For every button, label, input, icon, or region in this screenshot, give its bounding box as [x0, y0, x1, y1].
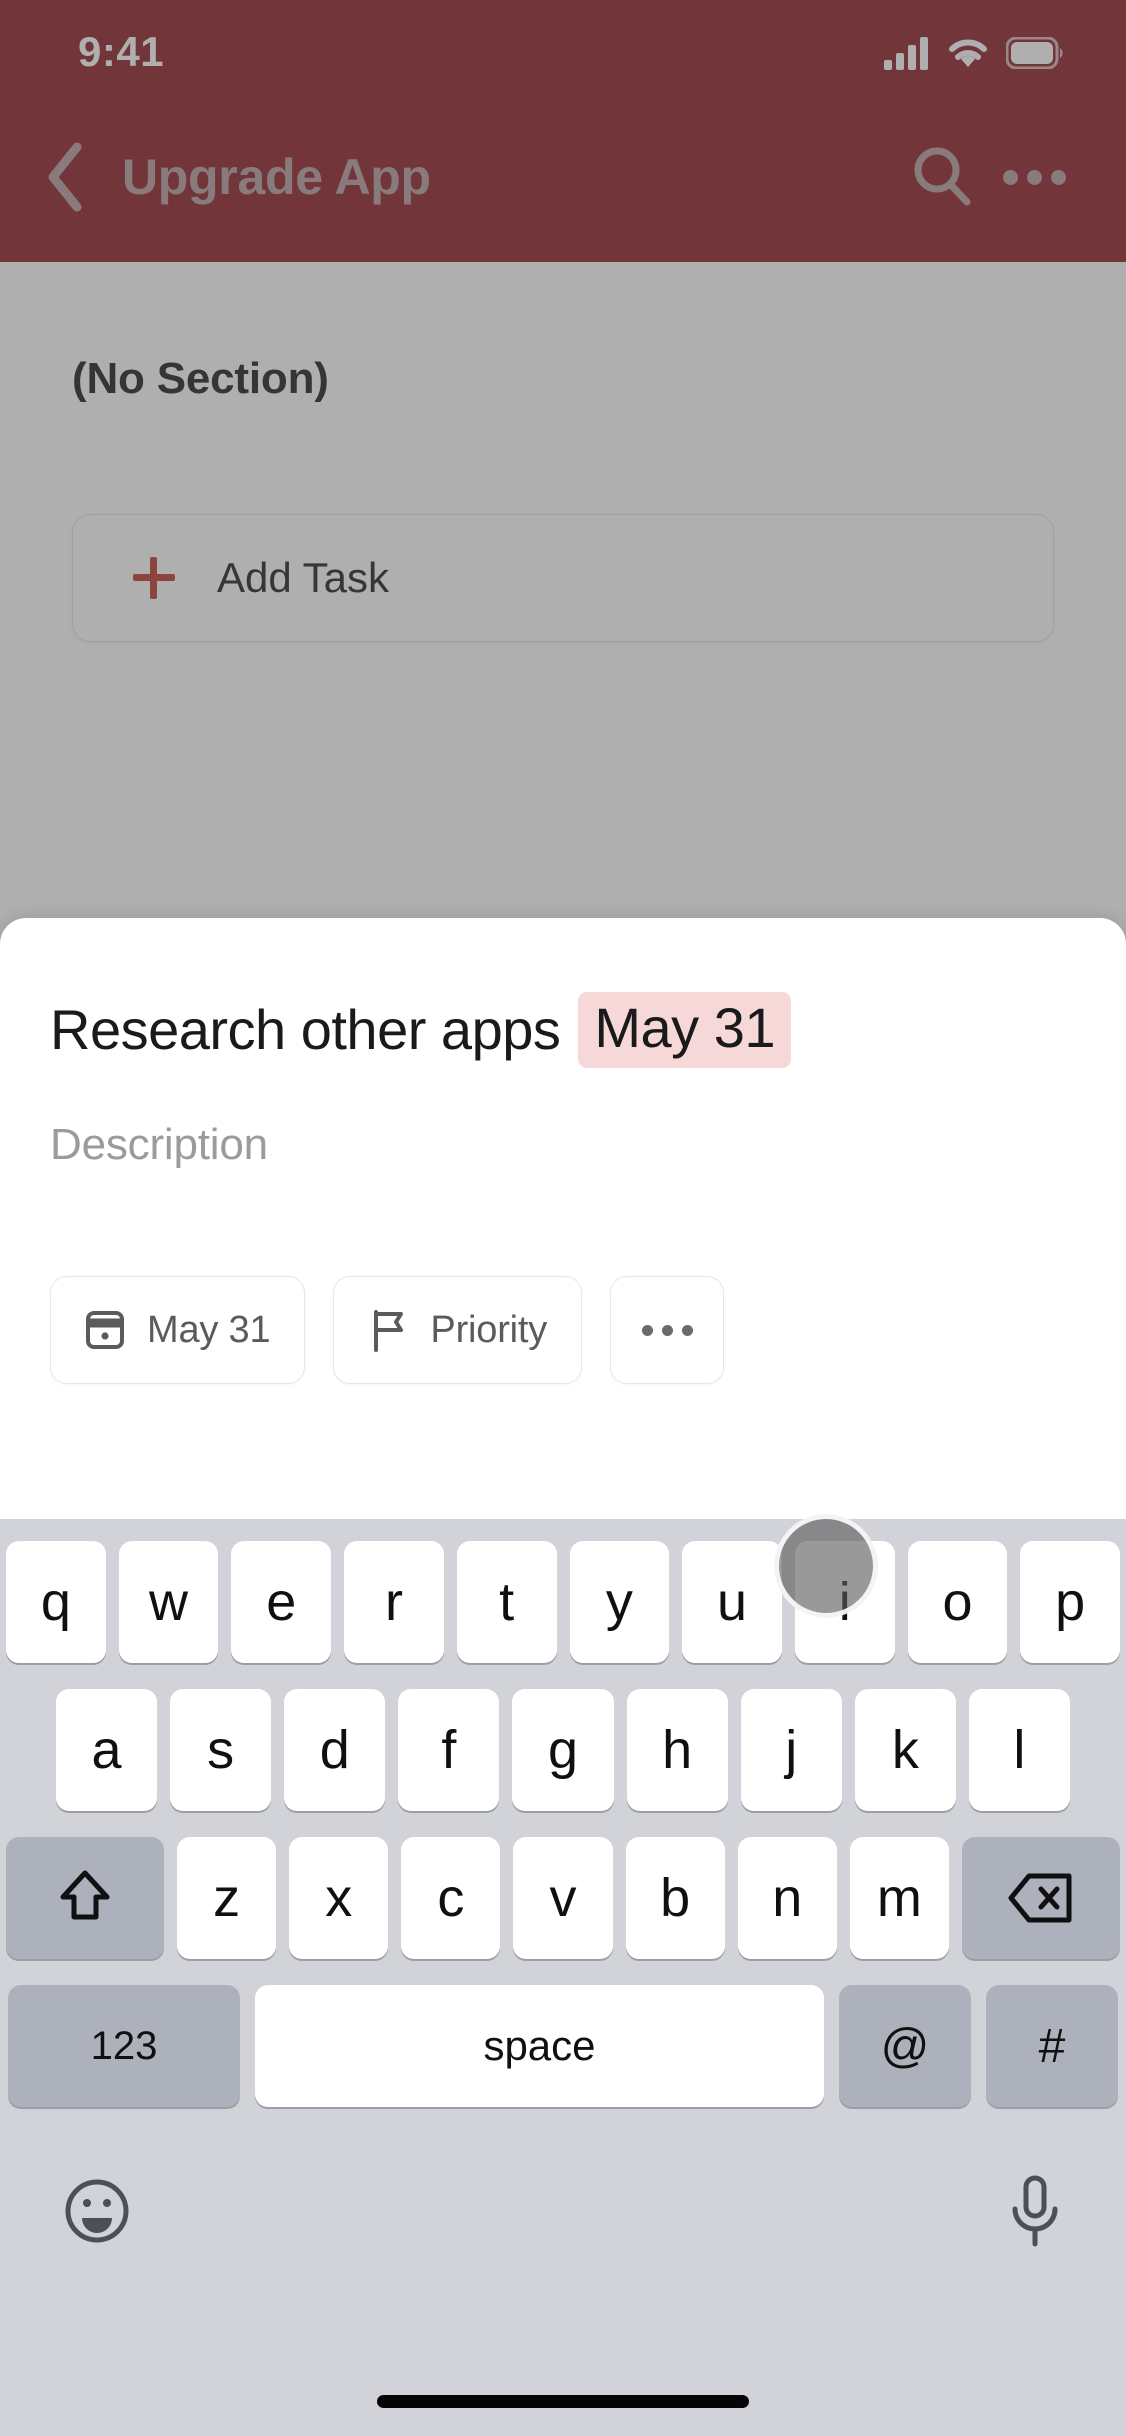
key-v[interactable]: v — [513, 1837, 613, 1959]
more-horizontal-icon — [641, 1324, 653, 1336]
space-key[interactable]: space — [255, 1985, 824, 2107]
key-x[interactable]: x — [289, 1837, 389, 1959]
key-s[interactable]: s — [170, 1689, 272, 1811]
status-icons — [884, 36, 1064, 70]
keyboard-row-3: z x c v b n m — [0, 1837, 1126, 1959]
key-g[interactable]: g — [512, 1689, 614, 1811]
numbers-key[interactable]: 123 — [8, 1985, 240, 2107]
composer-fields: Research other apps May 31 Description — [0, 918, 1126, 1170]
add-task-label: Add Task — [217, 554, 389, 601]
more-options-chip[interactable] — [610, 1276, 725, 1385]
backspace-key[interactable] — [961, 1837, 1120, 1959]
key-n[interactable]: n — [737, 1837, 837, 1959]
battery-icon — [1006, 37, 1063, 69]
emoji-button[interactable] — [62, 2176, 132, 2251]
due-date-chip-label: May 31 — [147, 1308, 271, 1351]
status-time: 9:41 — [78, 28, 165, 75]
more-button[interactable] — [988, 131, 1080, 223]
key-q[interactable]: q — [5, 1541, 106, 1663]
key-u[interactable]: u — [682, 1541, 782, 1663]
key-f[interactable]: f — [398, 1689, 500, 1811]
search-button[interactable] — [896, 131, 988, 223]
dictation-button[interactable] — [1006, 2173, 1064, 2254]
chevron-left-icon — [48, 142, 82, 212]
inline-date-badge: May 31 — [578, 992, 791, 1069]
more-horizontal-icon — [1002, 169, 1066, 185]
keyboard-row-1: q w e r t y u i o p — [0, 1541, 1126, 1663]
key-z[interactable]: z — [177, 1837, 277, 1959]
search-icon — [914, 147, 971, 206]
key-m[interactable]: m — [849, 1837, 949, 1959]
microphone-icon — [1012, 2175, 1058, 2246]
key-w[interactable]: w — [118, 1541, 219, 1663]
key-j[interactable]: j — [740, 1689, 842, 1811]
key-e[interactable]: e — [231, 1541, 332, 1663]
shift-icon — [60, 1870, 110, 1920]
keyboard-bottom-row — [0, 2133, 1126, 2283]
key-c[interactable]: c — [401, 1837, 501, 1959]
nav-bar: Upgrade App — [0, 92, 1126, 262]
emoji-icon — [65, 2179, 129, 2242]
key-r[interactable]: r — [344, 1541, 444, 1663]
at-key[interactable]: @ — [839, 1985, 971, 2107]
task-title-input[interactable]: Research other apps May 31 — [50, 992, 1076, 1069]
key-t[interactable]: t — [456, 1541, 557, 1663]
priority-chip-label: Priority — [430, 1308, 548, 1351]
back-button[interactable] — [22, 134, 108, 220]
key-y[interactable]: y — [569, 1541, 670, 1663]
task-title-text: Research other apps — [50, 998, 561, 1061]
add-task-button[interactable]: Add Task — [72, 514, 1054, 642]
keyboard-row-2: a s d f g h j k l — [0, 1689, 1126, 1811]
key-l[interactable]: l — [968, 1689, 1070, 1811]
hash-key[interactable]: # — [986, 1985, 1118, 2107]
key-p[interactable]: p — [1020, 1541, 1121, 1663]
key-b[interactable]: b — [625, 1837, 725, 1959]
key-o[interactable]: o — [907, 1541, 1008, 1663]
key-k[interactable]: k — [854, 1689, 956, 1811]
flag-icon — [374, 1310, 404, 1353]
cellular-signal-icon — [884, 37, 928, 70]
calendar-icon — [86, 1311, 124, 1350]
priority-chip[interactable]: Priority — [333, 1276, 583, 1385]
virtual-keyboard: q w e r t y u i o p a s d f g h j k l z … — [0, 1519, 1126, 2436]
status-bar: 9:41 — [0, 0, 1126, 92]
due-date-chip[interactable]: May 31 — [50, 1276, 306, 1385]
wifi-icon — [949, 39, 987, 67]
shift-key[interactable] — [6, 1837, 164, 1959]
keyboard-row-4: 123 space @ # — [0, 1985, 1126, 2107]
key-h[interactable]: h — [626, 1689, 728, 1811]
description-input[interactable]: Description — [50, 1120, 1076, 1170]
home-indicator — [377, 2395, 749, 2408]
page-title: Upgrade App — [122, 149, 431, 205]
key-d[interactable]: d — [284, 1689, 386, 1811]
composer-chip-row: May 31 Priority — [0, 1170, 1126, 1385]
key-a[interactable]: a — [56, 1689, 158, 1811]
backspace-icon — [1008, 1873, 1072, 1923]
tap-indicator — [774, 1514, 878, 1618]
section-header: (No Section) — [72, 354, 329, 403]
plus-icon — [133, 557, 175, 599]
